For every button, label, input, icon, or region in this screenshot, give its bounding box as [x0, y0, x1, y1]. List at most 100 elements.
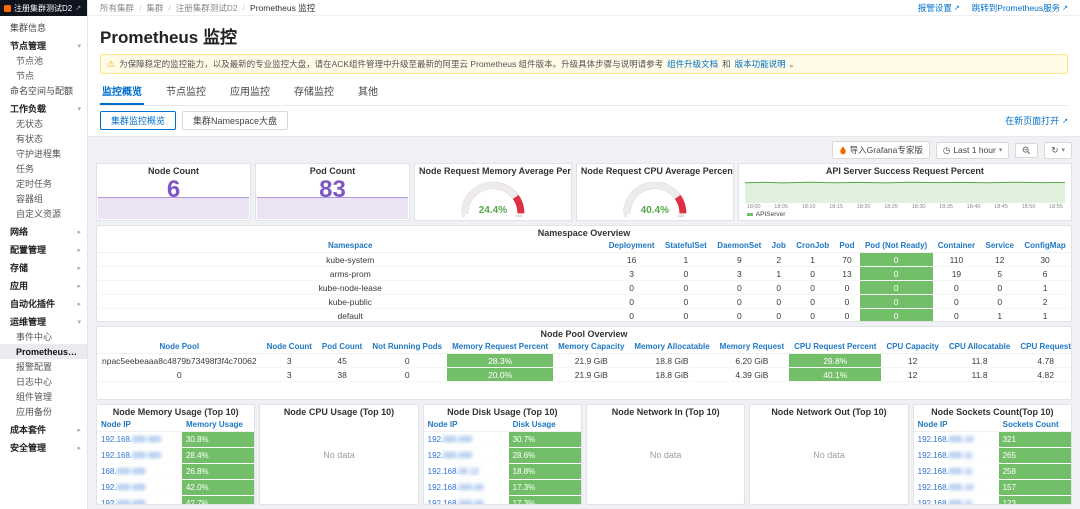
sidebar-item[interactable]: 命名空间与配额 — [0, 83, 87, 98]
column-header[interactable]: Pod Count — [317, 340, 367, 354]
namespace-link[interactable]: arms-prom — [97, 267, 603, 281]
column-header[interactable]: CPU Request — [1015, 340, 1072, 354]
column-header[interactable]: Sockets Count — [999, 418, 1071, 432]
node-ip-link[interactable]: 192.168.000.000 — [97, 448, 182, 464]
column-header[interactable]: Memory Capacity — [553, 340, 629, 354]
dashboard-switch-button[interactable]: 集群监控概览 — [100, 111, 176, 130]
column-header[interactable]: Memory Request Percent — [447, 340, 553, 354]
import-grafana-button[interactable]: 导入Grafana专家版 — [832, 141, 930, 159]
node-ip-link[interactable]: 192.168.000.11 — [914, 464, 999, 480]
sidebar-item[interactable]: 自定义资源 — [0, 206, 87, 221]
node-ip-link[interactable]: 168.000.000 — [97, 464, 182, 480]
tab[interactable]: 节点监控 — [164, 80, 208, 105]
column-header[interactable]: ConfigMap — [1019, 239, 1071, 253]
node-ip-link[interactable]: 192.168.000.11 — [914, 448, 999, 464]
column-header[interactable]: DaemonSet — [712, 239, 767, 253]
node-ip-link[interactable]: 192.000.000 — [97, 480, 182, 496]
node-ip-link[interactable]: 192.168.000.11 — [914, 496, 999, 506]
column-header[interactable]: Node IP — [914, 418, 999, 432]
column-header[interactable]: Job — [767, 239, 791, 253]
namespace-link[interactable]: default — [97, 309, 603, 323]
node-ip-link[interactable]: 192.168.000.10 — [914, 432, 999, 448]
column-header[interactable]: Not Running Pods — [367, 340, 447, 354]
column-header[interactable]: CPU Request Percent — [789, 340, 881, 354]
sidebar-item[interactable]: 运维管理 ▾ — [0, 314, 87, 329]
column-header[interactable]: Memory Allocatable — [629, 340, 714, 354]
column-header[interactable]: Node Count — [262, 340, 317, 354]
breadcrumb-item[interactable]: 所有集群 — [100, 2, 134, 14]
node-ip-link[interactable]: 192.000.000 — [424, 448, 509, 464]
column-header[interactable]: Node IP — [424, 418, 509, 432]
sidebar-item[interactable]: 节点 — [0, 68, 87, 83]
refresh-button[interactable]: ↻ ▾ — [1044, 142, 1072, 159]
column-header[interactable]: Deployment — [603, 239, 659, 253]
sidebar-item[interactable]: 日志中心 — [0, 374, 87, 389]
breadcrumb-item[interactable]: 注册集群测试D2 — [163, 2, 237, 14]
time-range-picker[interactable]: ◷ Last 1 hour ▾ — [936, 142, 1009, 159]
sidebar-item[interactable]: 报警配置 — [0, 359, 87, 374]
breadcrumb-item[interactable]: Prometheus 监控 — [238, 2, 316, 14]
column-header[interactable]: Memory Usage — [182, 418, 254, 432]
cluster-switcher[interactable]: 注册集群测试D2 ↗ — [0, 0, 87, 16]
banner-version-doc-link[interactable]: 版本功能说明 — [735, 58, 786, 70]
sidebar-item[interactable]: 无状态 — [0, 116, 87, 131]
sidebar-item[interactable]: 成本套件 ▸ — [0, 422, 87, 437]
column-header[interactable]: StatefulSet — [660, 239, 712, 253]
sidebar-item[interactable]: 定时任务 — [0, 176, 87, 191]
sidebar-item[interactable]: 有状态 — [0, 131, 87, 146]
breadcrumb-item[interactable]: 集群 — [134, 2, 163, 14]
chart-legend[interactable]: APIServer — [745, 211, 1065, 219]
sidebar-item[interactable]: 安全管理 ▸ — [0, 440, 87, 455]
sidebar-item[interactable]: 守护进程集 — [0, 146, 87, 161]
node-ip-link[interactable]: 192.168.000.10 — [914, 480, 999, 496]
node-ip-link[interactable]: 192.168.00.12 — [424, 464, 509, 480]
column-header[interactable]: CPU Capacity — [881, 340, 943, 354]
tab[interactable]: 监控概览 — [100, 80, 144, 105]
tab[interactable]: 存储监控 — [292, 80, 336, 105]
zoom-out-button[interactable] — [1015, 143, 1038, 158]
column-header[interactable]: Node Pool — [97, 340, 262, 354]
namespace-link[interactable]: kube-public — [97, 295, 603, 309]
node-ip-link[interactable]: 192.000.000 — [424, 432, 509, 448]
node-ip-link[interactable]: 192.168.000.00 — [424, 496, 509, 506]
dashboard-switch-button[interactable]: 集群Namespace大盘 — [182, 111, 288, 130]
sidebar-item[interactable]: 应用 ▸ — [0, 278, 87, 293]
tab[interactable]: 其他 — [356, 80, 380, 105]
node-pool-link[interactable]: npac5eebeaaa8c4879b73498f3f4c70062 — [97, 354, 262, 368]
header-action-link[interactable]: 报警设置 ↗ — [918, 2, 960, 14]
sidebar-item[interactable]: 集群信息 — [0, 20, 87, 35]
sidebar-item[interactable]: 任务 — [0, 161, 87, 176]
sidebar-item[interactable]: 存储 ▸ — [0, 260, 87, 275]
banner-upgrade-doc-link[interactable]: 组件升级文档 — [667, 58, 718, 70]
sidebar-item[interactable]: 自动化插件 ▸ — [0, 296, 87, 311]
node-ip-link[interactable]: 192.000.000 — [97, 496, 182, 506]
column-header[interactable]: Pod — [834, 239, 859, 253]
sidebar-item[interactable]: 网络 ▸ — [0, 224, 87, 239]
sidebar-item[interactable]: 容器组 — [0, 191, 87, 206]
sidebar-item[interactable]: 应用备份 — [0, 404, 87, 419]
open-new-page-link[interactable]: 在新页面打开 ↗ — [1005, 114, 1068, 127]
sidebar-item[interactable]: 工作负载 ▾ — [0, 101, 87, 116]
column-header[interactable]: Pod (Not Ready) — [860, 239, 933, 253]
column-header[interactable]: Namespace — [97, 239, 603, 253]
sidebar-item[interactable]: 节点管理 ▾ — [0, 38, 87, 53]
column-header[interactable]: Service — [980, 239, 1019, 253]
column-header[interactable]: Memory Request — [715, 340, 789, 354]
sidebar-item[interactable]: 事件中心 — [0, 329, 87, 344]
node-pool-link[interactable]: 0 — [97, 368, 262, 382]
column-header[interactable]: CPU Allocatable — [944, 340, 1016, 354]
column-header[interactable]: CronJob — [791, 239, 834, 253]
tab[interactable]: 应用监控 — [228, 80, 272, 105]
node-ip-link[interactable]: 192.168.000.000 — [97, 432, 182, 448]
namespace-link[interactable]: kube-node-lease — [97, 281, 603, 295]
column-header[interactable]: Disk Usage — [509, 418, 581, 432]
sidebar-item[interactable]: 组件管理 — [0, 389, 87, 404]
sidebar-item[interactable]: Prometheus 监控 — [0, 344, 87, 359]
sidebar-item[interactable]: 配置管理 ▸ — [0, 242, 87, 257]
namespace-link[interactable]: kube-system — [97, 253, 603, 267]
column-header[interactable]: Container — [933, 239, 981, 253]
sidebar-item[interactable]: 节点池 — [0, 53, 87, 68]
node-ip-link[interactable]: 192.168.000.00 — [424, 480, 509, 496]
header-action-link[interactable]: 跳转到Prometheus服务 ↗ — [972, 2, 1068, 14]
column-header[interactable]: Node IP — [97, 418, 182, 432]
